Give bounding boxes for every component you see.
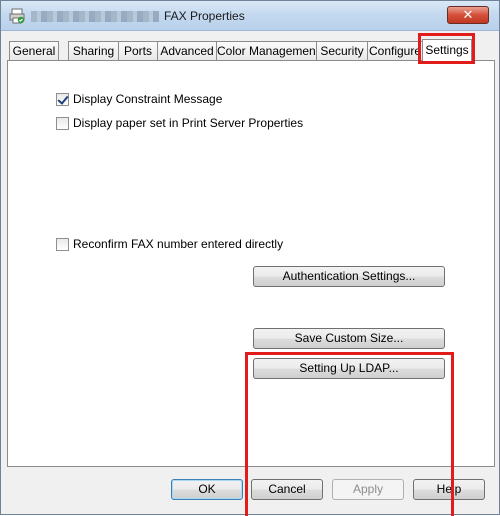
save-custom-size-button[interactable]: Save Custom Size... bbox=[253, 328, 445, 349]
tab-configure[interactable]: Configure bbox=[367, 41, 423, 61]
display-constraint-message-checkbox[interactable] bbox=[56, 92, 69, 106]
display-paper-set-label: Display paper set in Print Server Proper… bbox=[73, 116, 304, 130]
display-constraint-message-label: Display Constraint Message bbox=[73, 92, 223, 106]
reconfirm-fax-checkbox[interactable] bbox=[56, 237, 69, 251]
fax-properties-window: FAX Properties ✕ General Sharing Ports A… bbox=[0, 0, 500, 516]
display-paper-set-checkbox[interactable] bbox=[56, 116, 69, 130]
title-bar[interactable]: FAX Properties ✕ bbox=[1, 1, 499, 31]
settings-panel: Display Constraint Message Display paper… bbox=[7, 60, 495, 467]
printer-icon bbox=[9, 8, 25, 24]
tab-color-management[interactable]: Color Management bbox=[216, 41, 319, 61]
tab-security[interactable]: Security bbox=[316, 41, 368, 61]
tab-strip: General Sharing Ports Advanced Color Man… bbox=[7, 39, 495, 62]
tab-advanced[interactable]: Advanced bbox=[157, 41, 217, 61]
window-title: FAX Properties bbox=[164, 9, 245, 23]
tab-sharing[interactable]: Sharing bbox=[68, 41, 119, 61]
reconfirm-fax-label: Reconfirm FAX number entered directly bbox=[73, 237, 284, 251]
cancel-button[interactable]: Cancel bbox=[251, 479, 323, 500]
display-constraint-message-option[interactable]: Display Constraint Message bbox=[56, 92, 222, 106]
help-button[interactable]: Help bbox=[413, 479, 485, 500]
apply-button: Apply bbox=[332, 479, 404, 500]
ok-button[interactable]: OK bbox=[171, 479, 243, 500]
reconfirm-fax-option[interactable]: Reconfirm FAX number entered directly bbox=[56, 237, 283, 251]
tab-ports[interactable]: Ports bbox=[118, 41, 158, 61]
authentication-settings-button[interactable]: Authentication Settings... bbox=[253, 266, 445, 287]
redacted-printer-name bbox=[31, 11, 159, 22]
tab-settings[interactable]: Settings bbox=[422, 39, 472, 62]
display-paper-set-option[interactable]: Display paper set in Print Server Proper… bbox=[56, 116, 303, 130]
close-button[interactable]: ✕ bbox=[447, 6, 489, 24]
setting-up-ldap-button[interactable]: Setting Up LDAP... bbox=[253, 358, 445, 379]
tab-general[interactable]: General bbox=[9, 41, 59, 61]
